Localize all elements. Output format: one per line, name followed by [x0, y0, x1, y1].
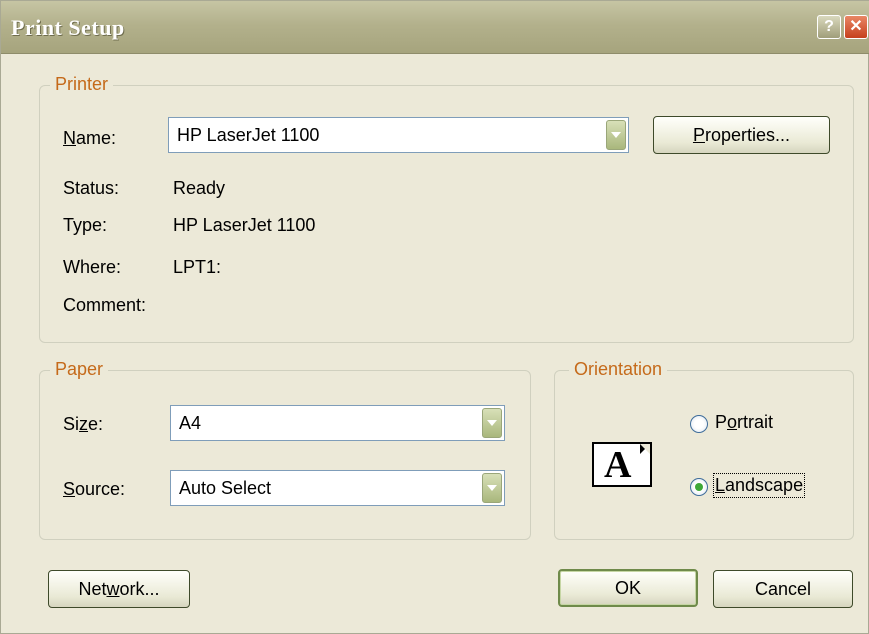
page-letter: A [604, 444, 632, 486]
paper-size-value: A4 [179, 413, 202, 433]
print-setup-dialog: Print Setup ? ✕ Printer Name: HP LaserJe… [0, 0, 869, 634]
size-label: Size: [63, 414, 104, 434]
window-title: Print Setup [11, 15, 125, 40]
landscape-label[interactable]: Landscape [712, 473, 806, 498]
type-value: HP LaserJet 1100 [173, 215, 316, 235]
status-value: Ready [173, 178, 226, 198]
landscape-page-icon: A [592, 442, 652, 487]
chevron-down-icon[interactable] [482, 473, 502, 503]
help-button[interactable]: ? [817, 15, 841, 39]
properties-button[interactable]: Properties... [653, 116, 830, 154]
chevron-down-icon[interactable] [606, 120, 626, 150]
type-label: Type: [63, 215, 108, 235]
portrait-label[interactable]: Portrait [715, 412, 773, 433]
paper-group: Paper [39, 359, 531, 540]
comment-label: Comment: [63, 295, 147, 315]
printer-name-value: HP LaserJet 1100 [177, 125, 320, 145]
close-button[interactable]: ✕ [844, 15, 868, 39]
cancel-button[interactable]: Cancel [713, 570, 853, 608]
status-label: Status: [63, 178, 120, 198]
landscape-radio[interactable] [690, 478, 708, 496]
paper-size-dropdown[interactable]: A4 [170, 405, 505, 441]
where-value: LPT1: [173, 257, 222, 277]
printer-legend: Printer [50, 74, 114, 95]
ok-button[interactable]: OK [558, 569, 698, 607]
source-label: Source: [63, 479, 126, 499]
chevron-down-icon[interactable] [482, 408, 502, 438]
paper-source-value: Auto Select [179, 478, 272, 498]
portrait-radio[interactable] [690, 415, 708, 433]
paper-legend: Paper [50, 359, 109, 380]
title-bar[interactable]: Print Setup ? ✕ [1, 1, 869, 54]
where-label: Where: [63, 257, 122, 277]
paper-source-dropdown[interactable]: Auto Select [170, 470, 505, 506]
orientation-legend: Orientation [569, 359, 668, 380]
name-label: Name: [63, 128, 117, 148]
network-button[interactable]: Network... [48, 570, 190, 608]
printer-name-dropdown[interactable]: HP LaserJet 1100 [168, 117, 629, 153]
